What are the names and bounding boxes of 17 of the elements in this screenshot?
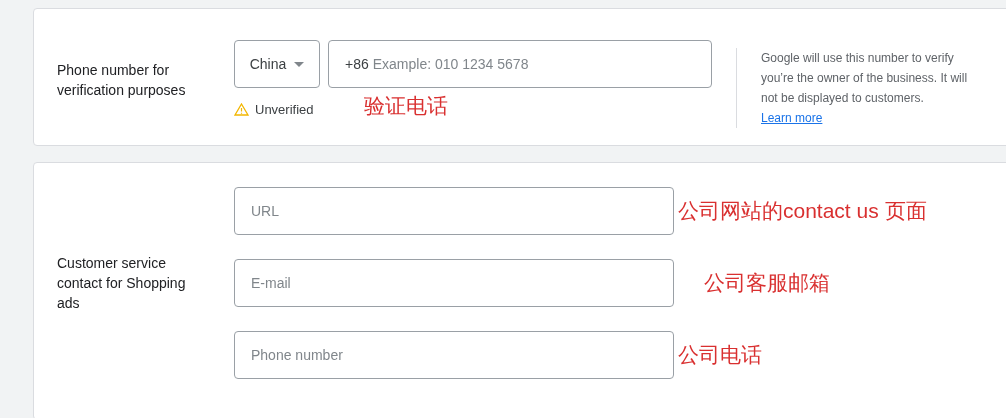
- input-field[interactable]: URL: [234, 187, 674, 235]
- input-field[interactable]: Phone number: [234, 331, 674, 379]
- input-field[interactable]: E-mail: [234, 259, 674, 307]
- field-label: Phone number for verification purposes: [56, 61, 187, 100]
- phone-field[interactable]: +86 Example: 010 1234 5678: [328, 40, 712, 88]
- help-text: Google will use this number to verify you’re the owner of the business. It will not be displayed to customers.: [761, 51, 968, 105]
- country-select[interactable]: China: [234, 40, 320, 88]
- status-text: Unverified: [255, 102, 314, 117]
- learn-more-link[interactable]: Learn more: [761, 108, 983, 128]
- annotation: 公司电话: [678, 342, 762, 368]
- caret-icon: [294, 61, 305, 67]
- field-label: Customer service contact for Shopping ads: [56, 254, 187, 313]
- annotation: 公司客服邮箱: [704, 270, 830, 296]
- annotation: 公司网站的contact us 页面: [678, 198, 927, 224]
- warning-icon: [234, 103, 249, 116]
- country-code: +86: [345, 56, 369, 72]
- annotation: 验证电话: [363, 93, 448, 119]
